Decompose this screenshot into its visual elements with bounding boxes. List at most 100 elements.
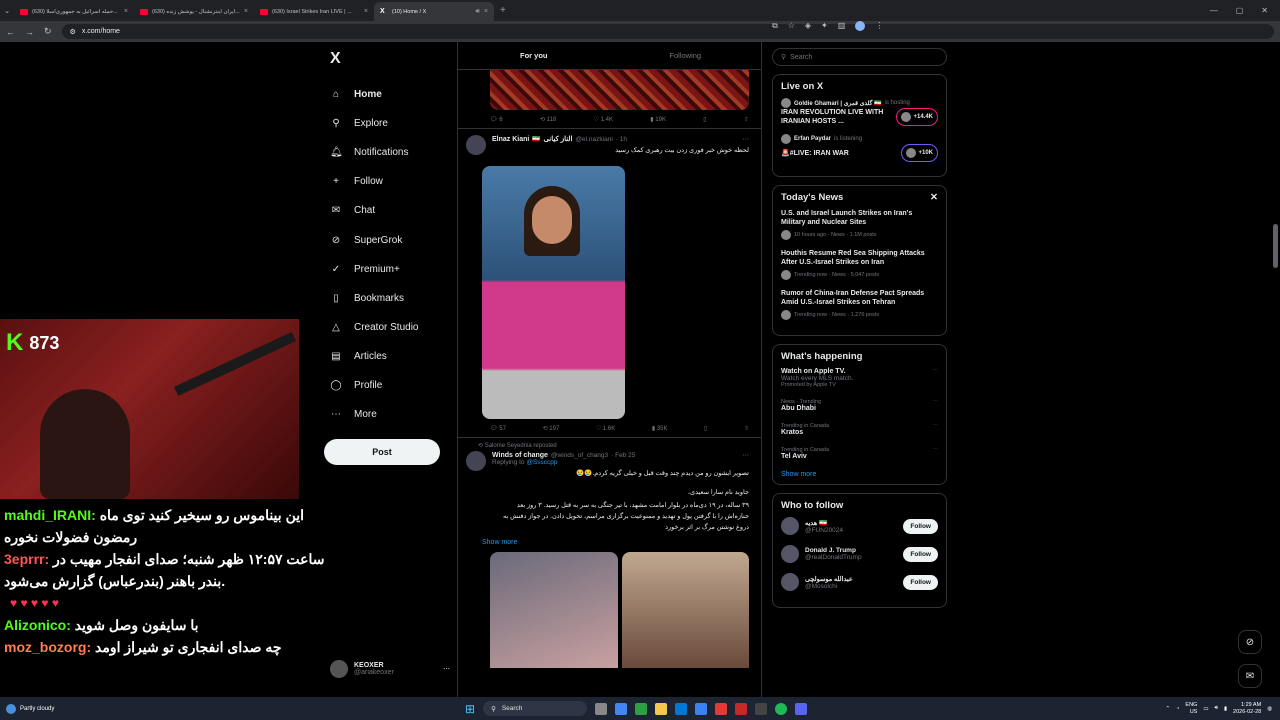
store-icon[interactable] [695, 702, 708, 715]
tweet[interactable]: Winds of change @winds_of_chang3 · Feb 2… [458, 449, 761, 533]
chrome-icon[interactable] [615, 702, 628, 715]
sidebar-item-profile[interactable]: ◯ Profile [324, 371, 454, 400]
listener-pill[interactable]: +10K [901, 144, 938, 162]
avatar[interactable] [781, 545, 799, 563]
reload-icon[interactable]: ↻ [44, 26, 52, 37]
bookmark-icon[interactable]: ▯ [703, 116, 706, 123]
sidebar-item-more[interactable]: ⋯ More [324, 400, 454, 429]
follow-button[interactable]: Follow [903, 518, 938, 534]
browser-tab-3[interactable]: (630) Israel Strikes Iran LIVE | ... × [254, 2, 374, 21]
show-more-link[interactable]: Show more [482, 539, 761, 546]
more-icon[interactable]: ⋯ [933, 447, 939, 453]
author-handle[interactable]: @winds_of_chang3 [551, 452, 608, 459]
more-icon[interactable]: ⋯ [743, 451, 750, 459]
clock[interactable]: 1:29 AM 2026-02-28 [1233, 702, 1261, 716]
sidepanel-icon[interactable]: ▥ [838, 21, 846, 31]
tweet-image[interactable] [490, 552, 618, 668]
trend-item[interactable]: Trending in Canada ⋯ Kratos [781, 423, 938, 436]
like-button[interactable]: ♡ 1.4K [594, 116, 613, 123]
news-item[interactable]: Houthis Resume Red Sea Shipping Attacks … [781, 249, 938, 280]
trend-item[interactable]: Watch on Apple TV. ⋯ Watch every MLS matc… [781, 368, 938, 388]
gmail-icon[interactable] [735, 702, 748, 715]
volume-icon[interactable]: 🔊︎ [1215, 705, 1218, 712]
url-field[interactable]: ⚙ x.com/home [61, 24, 1274, 39]
search-input[interactable]: ⚲ Search [772, 48, 947, 66]
close-icon[interactable]: × [364, 8, 368, 15]
news-item[interactable]: U.S. and Israel Launch Strikes on Iran's… [781, 209, 938, 240]
reply-to-link[interactable]: @Sssccpp [526, 459, 557, 466]
trend-item[interactable]: Trending in Canada ⋯ Tel Aviv [781, 447, 938, 460]
sidebar-item-articles[interactable]: ▤ Articles [324, 342, 454, 371]
account-switcher[interactable]: KEOXER @ariakeoxer ⋯ [330, 660, 450, 678]
forward-icon[interactable]: → [25, 27, 34, 37]
bookmark-icon[interactable]: ▯ [704, 425, 707, 432]
file-explorer-icon[interactable] [655, 702, 668, 715]
more-icon[interactable]: ⋯ [443, 665, 450, 673]
close-icon[interactable]: × [244, 8, 248, 15]
x-logo[interactable]: X [330, 50, 454, 68]
like-button[interactable]: ♡ 1.6K [596, 425, 615, 432]
browser-tab-1[interactable]: (630) حمله اسرائیل به جمهوری‌اسلا... × [14, 2, 134, 21]
youtube-icon[interactable] [715, 702, 728, 715]
repost-button[interactable]: ⟲ 197 [543, 425, 560, 432]
avatar[interactable] [466, 135, 486, 155]
sidebar-item-chat[interactable]: ✉ Chat [324, 196, 454, 225]
more-icon[interactable]: ⋯ [743, 135, 750, 143]
follow-suggestion[interactable]: عبدالله موسولچی @Mosolchi Follow [781, 573, 938, 591]
windows-start-icon[interactable]: ⊞ [465, 702, 475, 716]
language-indicator[interactable]: ENG US [1185, 702, 1197, 716]
more-icon[interactable]: ⋯ [933, 399, 939, 405]
follow-suggestion[interactable]: هدیه 🇮🇷 @FUN20024 Follow [781, 517, 938, 535]
tweet[interactable]: Elnaz Kiani 🇮🇷 الناز کیانی @el.nazkiani … [458, 129, 761, 156]
close-icon[interactable]: ✕ [930, 192, 938, 203]
close-icon[interactable]: × [484, 8, 488, 15]
post-button[interactable]: Post [324, 439, 440, 466]
views-button[interactable]: ▮ 19K [650, 116, 666, 123]
close-icon[interactable]: × [124, 8, 128, 15]
more-icon[interactable]: ⋯ [933, 423, 939, 429]
tweet-image[interactable] [482, 166, 625, 419]
trend-item[interactable]: News · Trending ⋯ Abu Dhabi [781, 399, 938, 412]
avatar[interactable] [781, 517, 799, 535]
maximize-icon[interactable]: ▢ [1236, 6, 1244, 15]
app-icon[interactable] [755, 702, 768, 715]
sidebar-item-explore[interactable]: ⚲ Explore [324, 109, 454, 138]
news-item[interactable]: Rumor of China-Iran Defense Pact Spreads… [781, 289, 938, 320]
speaker-icon[interactable]: 🔊︎ [475, 8, 479, 16]
reply-button[interactable]: 💬︎ 6 [490, 116, 503, 123]
sidebar-item-supergrok[interactable]: ⊘ SuperGrok [324, 225, 454, 254]
browser-tab-2[interactable]: (630) ایران اینترنشنال - پوشش زنده... × [134, 2, 254, 21]
install-icon[interactable]: ⧉ [772, 21, 778, 31]
sidebar-item-premium[interactable]: ✓ Premium+ [324, 255, 454, 284]
discord-icon[interactable] [795, 702, 808, 715]
profile-avatar[interactable] [855, 21, 866, 31]
tab-list-icon[interactable]: ⌄ [0, 7, 14, 15]
sidebar-item-home[interactable]: ⌂ Home [324, 80, 454, 109]
messages-icon[interactable]: ✉ [1238, 664, 1262, 688]
views-button[interactable]: ▮ 35K [652, 425, 668, 432]
tweet-time[interactable]: · Feb 25 [611, 452, 635, 459]
wifi-icon[interactable]: ◔ [1176, 706, 1179, 712]
sidebar-item-follow[interactable]: + Follow [324, 167, 454, 196]
site-info-icon[interactable]: ⚙ [70, 28, 76, 36]
author-name[interactable]: Elnaz Kiani [492, 136, 529, 143]
more-icon[interactable]: ⋯ [933, 368, 939, 375]
page-scrollbar[interactable] [1273, 46, 1278, 688]
star-icon[interactable]: ☆ [788, 21, 795, 31]
tweet-image[interactable] [621, 552, 749, 668]
new-tab-button[interactable]: + [500, 5, 506, 16]
app-icon[interactable] [635, 702, 648, 715]
follow-button[interactable]: Follow [903, 574, 938, 590]
author-name[interactable]: Winds of change [492, 452, 548, 459]
spotify-icon[interactable] [775, 702, 788, 715]
notification-icon[interactable]: ◍ [1267, 706, 1272, 712]
taskbar-search[interactable]: ⚲ Search [483, 701, 588, 716]
close-window-icon[interactable]: ✕ [1261, 6, 1268, 15]
extension-icon[interactable]: ◈ [805, 21, 811, 31]
listener-pill[interactable]: +14.4K [896, 108, 938, 126]
tweet-image[interactable] [490, 70, 749, 110]
edge-icon[interactable] [675, 702, 688, 715]
puzzle-icon[interactable]: ✦ [821, 21, 828, 31]
weather-widget[interactable]: Partly cloudy [0, 703, 140, 714]
author-name-fa[interactable]: الناز کیانی [543, 135, 572, 143]
